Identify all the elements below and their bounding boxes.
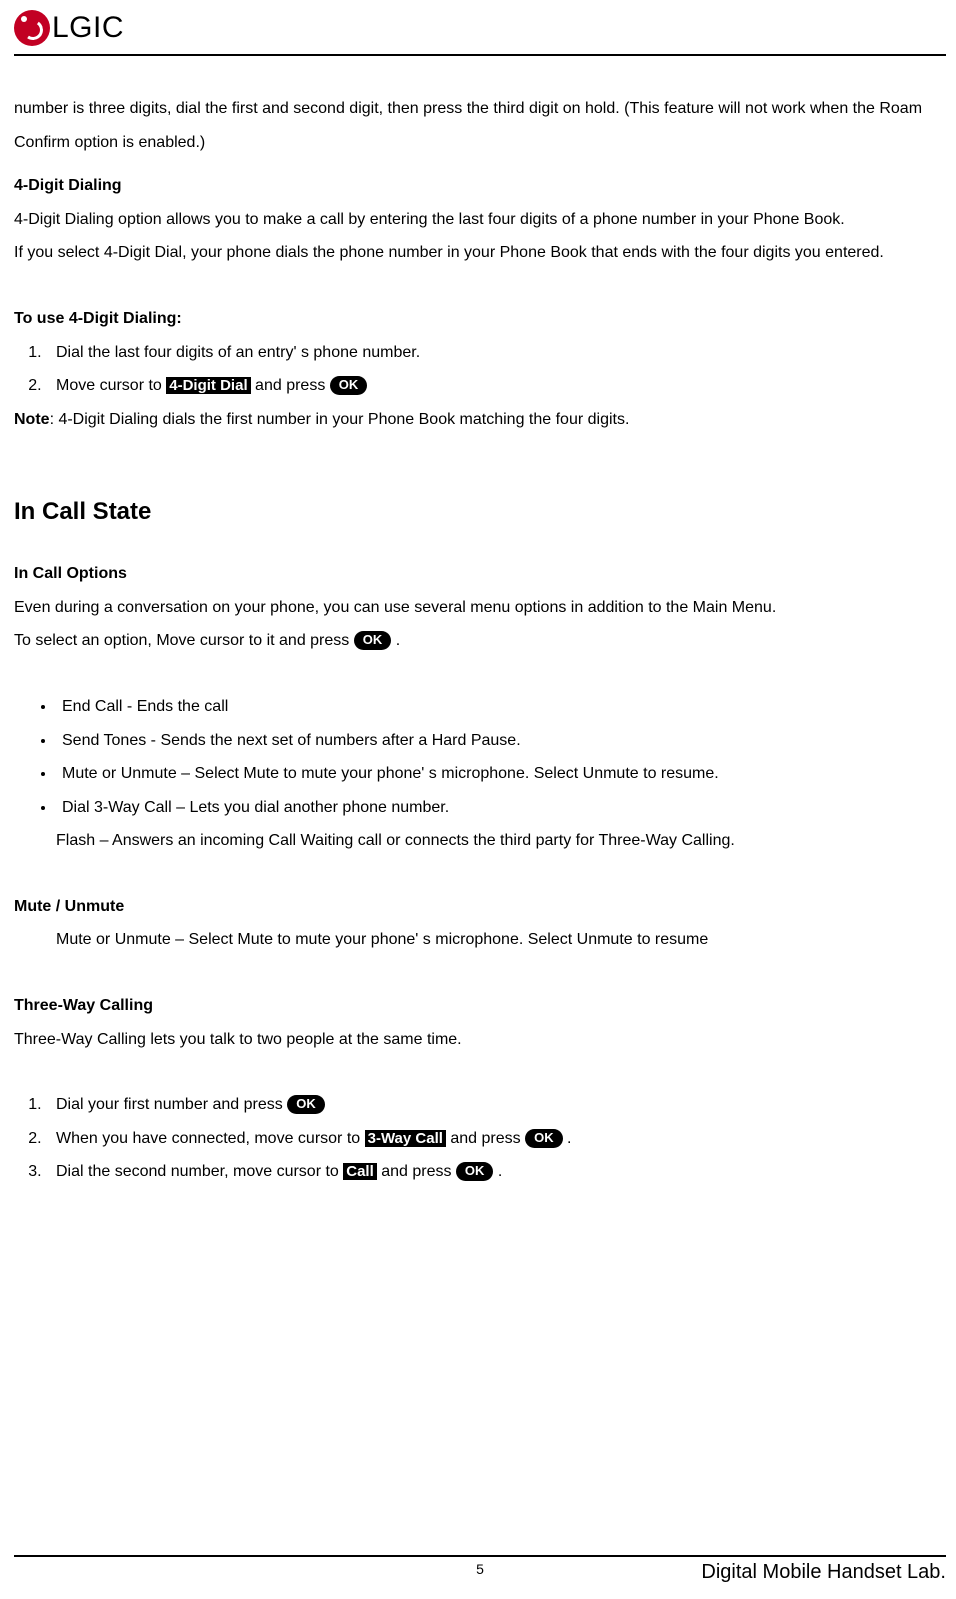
list-item: Move cursor to 4-Digit Dial and press OK	[46, 369, 946, 403]
list-item: Dial 3-Way Call – Lets you dial another …	[56, 791, 946, 825]
list-item-text: Move cursor to	[56, 377, 166, 394]
list-item: Send Tones - Sends the next set of numbe…	[56, 724, 946, 758]
list-item: Dial the last four digits of an entry' s…	[46, 336, 946, 370]
list-item-text: Send Tones - Sends the next set of numbe…	[62, 732, 521, 749]
ordered-list: Dial your first number and press OK When…	[14, 1088, 946, 1189]
list-item-text: End Call - Ends the call	[62, 698, 228, 715]
section-heading-in-call-options: In Call Options	[14, 557, 946, 591]
bullet-list: End Call - Ends the call Send Tones - Se…	[14, 690, 946, 824]
ok-button-icon: OK	[330, 376, 368, 395]
list-item-text: and press	[446, 1130, 525, 1147]
body-text: To select an option, Move cursor to it a…	[14, 632, 354, 649]
list-item: Dial your first number and press OK	[46, 1088, 946, 1122]
body-text: If you select 4-Digit Dial, your phone d…	[14, 236, 946, 270]
list-item-text: When you have connected, move cursor to	[56, 1130, 365, 1147]
list-item-text: Dial your first number and press	[56, 1096, 287, 1113]
menu-pill-4digit: 4-Digit Dial	[166, 377, 250, 394]
list-item: Dial the second number, move cursor to C…	[46, 1155, 946, 1189]
page-header: LGIC	[14, 10, 946, 46]
ok-button-icon: OK	[354, 631, 392, 650]
section-heading-to-use: To use 4-Digit Dialing:	[14, 302, 946, 336]
list-item-text: Dial 3-Way Call – Lets you dial another …	[62, 799, 449, 816]
body-text: .	[396, 632, 400, 649]
section-heading-mute: Mute / Unmute	[14, 890, 946, 924]
lg-logo-icon	[14, 10, 50, 46]
list-item-text: .	[567, 1130, 571, 1147]
body-text: 4-Digit Dialing option allows you to mak…	[14, 203, 946, 237]
flash-line: Flash – Answers an incoming Call Waiting…	[14, 824, 946, 858]
ok-button-icon: OK	[287, 1095, 325, 1114]
intro-paragraph: number is three digits, dial the first a…	[14, 92, 946, 159]
list-item-text: and press	[251, 377, 330, 394]
list-item-text: .	[498, 1163, 502, 1180]
list-item-text: and press	[377, 1163, 456, 1180]
body-text: Three-Way Calling lets you talk to two p…	[14, 1023, 946, 1057]
body-text: Even during a conversation on your phone…	[14, 591, 946, 625]
menu-pill-3way: 3-Way Call	[365, 1130, 446, 1147]
page-footer: 5 Digital Mobile Handset Lab.	[14, 1561, 946, 1589]
document-body: number is three digits, dial the first a…	[14, 60, 946, 1555]
list-item: End Call - Ends the call	[56, 690, 946, 724]
header-divider	[14, 54, 946, 56]
list-item-text: Dial the last four digits of an entry' s…	[56, 344, 420, 361]
footer-divider	[14, 1555, 946, 1557]
list-item-text: Mute or Unmute – Select Mute to mute you…	[62, 765, 719, 782]
note-text: : 4-Digit Dialing dials the first number…	[50, 411, 630, 428]
menu-pill-call: Call	[343, 1163, 377, 1180]
page-number: 5	[476, 1561, 484, 1577]
list-item: When you have connected, move cursor to …	[46, 1122, 946, 1156]
logo-text: LGIC	[52, 11, 124, 45]
note-line: Note: 4-Digit Dialing dials the first nu…	[14, 403, 946, 437]
note-label: Note	[14, 411, 50, 428]
footer-right-text: Digital Mobile Handset Lab.	[701, 1561, 946, 1584]
section-heading-in-call-state: In Call State	[14, 486, 946, 539]
list-item-text: Dial the second number, move cursor to	[56, 1163, 343, 1180]
body-text: To select an option, Move cursor to it a…	[14, 624, 946, 658]
ordered-list: Dial the last four digits of an entry' s…	[14, 336, 946, 403]
section-heading-4digit: 4-Digit Dialing	[14, 169, 946, 203]
ok-button-icon: OK	[456, 1162, 494, 1181]
body-text: Mute or Unmute – Select Mute to mute you…	[14, 923, 946, 957]
list-item: Mute or Unmute – Select Mute to mute you…	[56, 757, 946, 791]
section-heading-three-way: Three-Way Calling	[14, 989, 946, 1023]
ok-button-icon: OK	[525, 1129, 563, 1148]
